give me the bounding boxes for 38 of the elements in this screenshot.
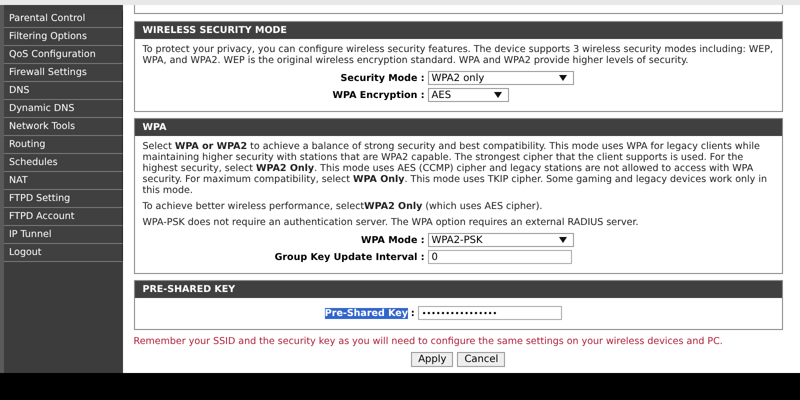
sidebar-item[interactable]: IP Tunnel <box>4 226 123 244</box>
dropdown[interactable]: AES <box>428 88 509 102</box>
dropdown[interactable]: WPA2-PSK <box>428 233 574 247</box>
password-field[interactable]: •••••••••••••••• <box>418 306 562 320</box>
dropdown-arrow-icon <box>558 237 567 243</box>
sidebar-item[interactable]: Network Tools <box>4 118 123 136</box>
field-label: WPA Encryption : <box>332 90 425 100</box>
sidebar-item[interactable]: FTPD Account <box>4 208 123 226</box>
sidebar-item[interactable]: Logout <box>4 244 123 262</box>
dropdown[interactable]: WPA2 only <box>428 71 574 85</box>
dropdown-arrow-icon <box>558 75 567 81</box>
sidebar-item[interactable]: FTPD Setting <box>4 190 123 208</box>
description-text: Select WPA or WPA2 to achieve a balance of strong security and best compatibility. This mode uses WPA for legacy clients while maintaining higher security with stations that are WPA2 capable. The strongest cipher that the client supports is used. For the highest security, select WPA2 Only. This mode uses AES (CCMP) cipher and legacy stations are not allowed to access with WPA security. For maximum compatibility, select WPA Only. This mode uses TKIP cipher. Some gaming and legacy devices work only in this mode. <box>142 141 768 196</box>
sidebar-item[interactable]: NAT <box>4 172 123 190</box>
sidebar-item[interactable]: QoS Configuration <box>4 46 123 64</box>
sidebar-item[interactable]: Firewall Settings <box>4 64 123 82</box>
section-title: WIRELESS SECURITY MODE <box>134 22 782 39</box>
description-text: To protect your privacy, you can configure wireless security features. The device supports 3 wireless security modes including: WEP, WPA, and WPA2. WEP is the original wireless encryption standard. WPA and WPA2 provide higher levels of security. <box>142 44 774 66</box>
sidebar-item[interactable]: Routing <box>4 136 123 154</box>
warning-text: Remember your SSID and the security key as you will need to configure the same settings on your wireless devices and PC. <box>134 336 724 347</box>
field-label: : <box>410 308 415 318</box>
field-label: Group Key Update Interval : <box>274 252 425 262</box>
dropdown-arrow-icon <box>494 92 502 98</box>
sidebar-item[interactable]: Filtering Options <box>4 28 123 46</box>
action-button[interactable]: Apply <box>411 352 454 367</box>
description-text: WPA-PSK does not require an authentication server. The WPA option requires an external RADIUS server. <box>142 217 640 228</box>
field-label: Pre-Shared Key <box>324 308 408 318</box>
input-field[interactable]: 0 <box>428 250 572 264</box>
field-label: WPA Mode : <box>360 234 425 246</box>
section-title: WPA <box>134 119 782 136</box>
sidebar-item[interactable]: Schedules <box>4 154 123 172</box>
field-label: Security Mode : <box>340 72 425 84</box>
section-title: PRE-SHARED KEY <box>134 281 782 298</box>
sidebar-item[interactable]: DNS <box>4 82 123 100</box>
description-text: To achieve better wireless performance, selectWPA2 Only (which uses AES cipher). <box>142 201 544 212</box>
action-button[interactable]: Cancel <box>457 352 506 367</box>
sidebar-item[interactable]: Dynamic DNS <box>4 100 123 118</box>
sidebar-item[interactable]: Parental Control <box>4 10 123 28</box>
